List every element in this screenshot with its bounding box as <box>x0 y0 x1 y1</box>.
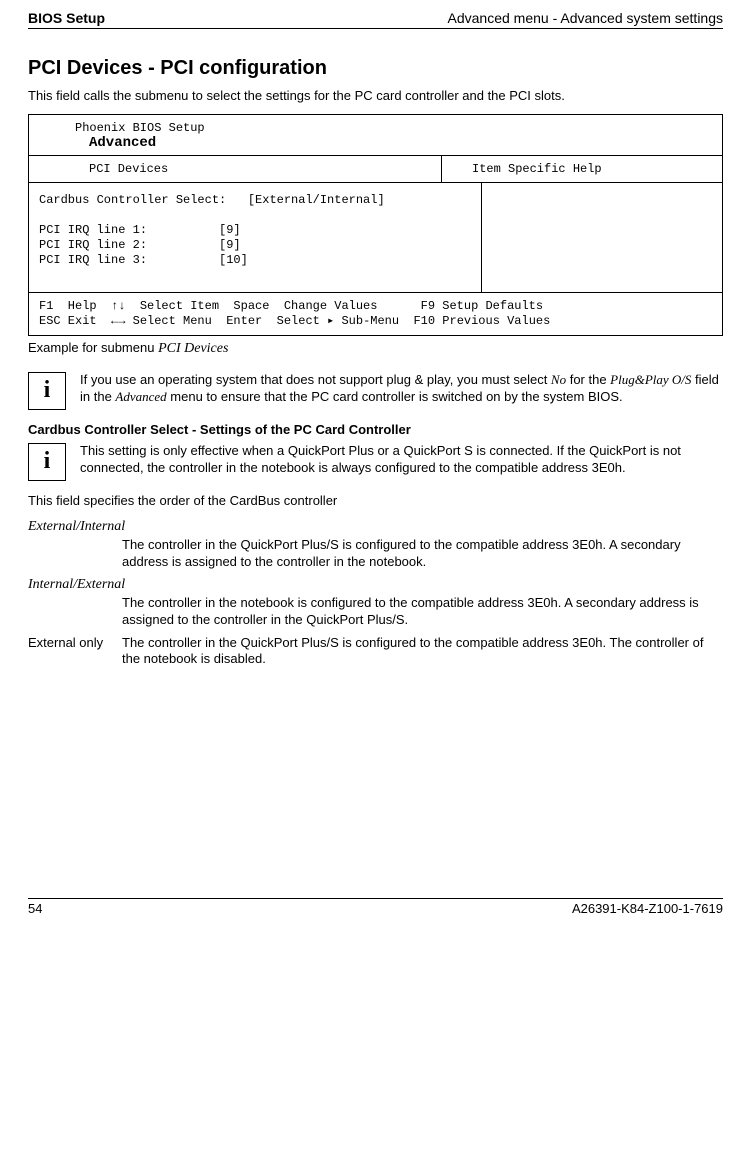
def-body: The controller in the notebook is config… <box>122 595 723 629</box>
header-right: Advanced menu - Advanced system settings <box>448 10 723 26</box>
bios-setup-line: Phoenix BIOS Setup <box>75 121 712 135</box>
bios-caption: Example for submenu PCI Devices <box>28 340 723 358</box>
info-text-1: If you use an operating system that does… <box>80 372 723 410</box>
definition-external-internal: External/Internal The controller in the … <box>28 519 723 571</box>
def-body: The controller in the QuickPort Plus/S i… <box>122 635 723 669</box>
definition-external-only: External only The controller in the Quic… <box>28 635 723 669</box>
def-term: External only <box>28 635 122 669</box>
bios-keys-footer: F1 Help ↑↓ Select Item Space Change Valu… <box>29 292 722 335</box>
bios-help-panel <box>481 183 722 292</box>
subheading-cardbus: Cardbus Controller Select - Settings of … <box>28 422 723 437</box>
doc-code: A26391-K84-Z100-1-7619 <box>572 901 723 916</box>
def-term: Internal/External <box>28 577 122 593</box>
bios-settings-list: Cardbus Controller Select: [External/Int… <box>29 183 481 292</box>
bios-body-row: Cardbus Controller Select: [External/Int… <box>29 183 722 292</box>
def-term: External/Internal <box>28 519 122 535</box>
info-icon: i <box>28 443 66 481</box>
bios-screenshot: Phoenix BIOS Setup Advanced PCI Devices … <box>28 114 723 336</box>
def-body: The controller in the QuickPort Plus/S i… <box>122 537 723 571</box>
page-number: 54 <box>28 901 42 916</box>
page-header: BIOS Setup Advanced menu - Advanced syst… <box>28 10 723 29</box>
bios-menu-name: Advanced <box>75 135 712 151</box>
page-title: PCI Devices - PCI configuration <box>28 57 723 80</box>
info-text-2: This setting is only effective when a Qu… <box>80 443 723 481</box>
bios-column-headers: PCI Devices Item Specific Help <box>29 156 722 183</box>
info-block-1: i If you use an operating system that do… <box>28 372 723 410</box>
info-icon: i <box>28 372 66 410</box>
bios-right-head: Item Specific Help <box>441 156 722 182</box>
caption-italic: PCI Devices <box>158 341 228 356</box>
header-left: BIOS Setup <box>28 10 105 26</box>
caption-lead: Example for submenu <box>28 340 158 355</box>
bios-title-row: Phoenix BIOS Setup Advanced <box>29 115 722 156</box>
page-footer: 54 A26391-K84-Z100-1-7619 <box>28 898 723 926</box>
field-description: This field specifies the order of the Ca… <box>28 493 723 509</box>
info-block-2: i This setting is only effective when a … <box>28 443 723 481</box>
intro-text: This field calls the submenu to select t… <box>28 88 723 104</box>
bios-left-head: PCI Devices <box>29 156 441 182</box>
definition-internal-external: Internal/External The controller in the … <box>28 577 723 629</box>
